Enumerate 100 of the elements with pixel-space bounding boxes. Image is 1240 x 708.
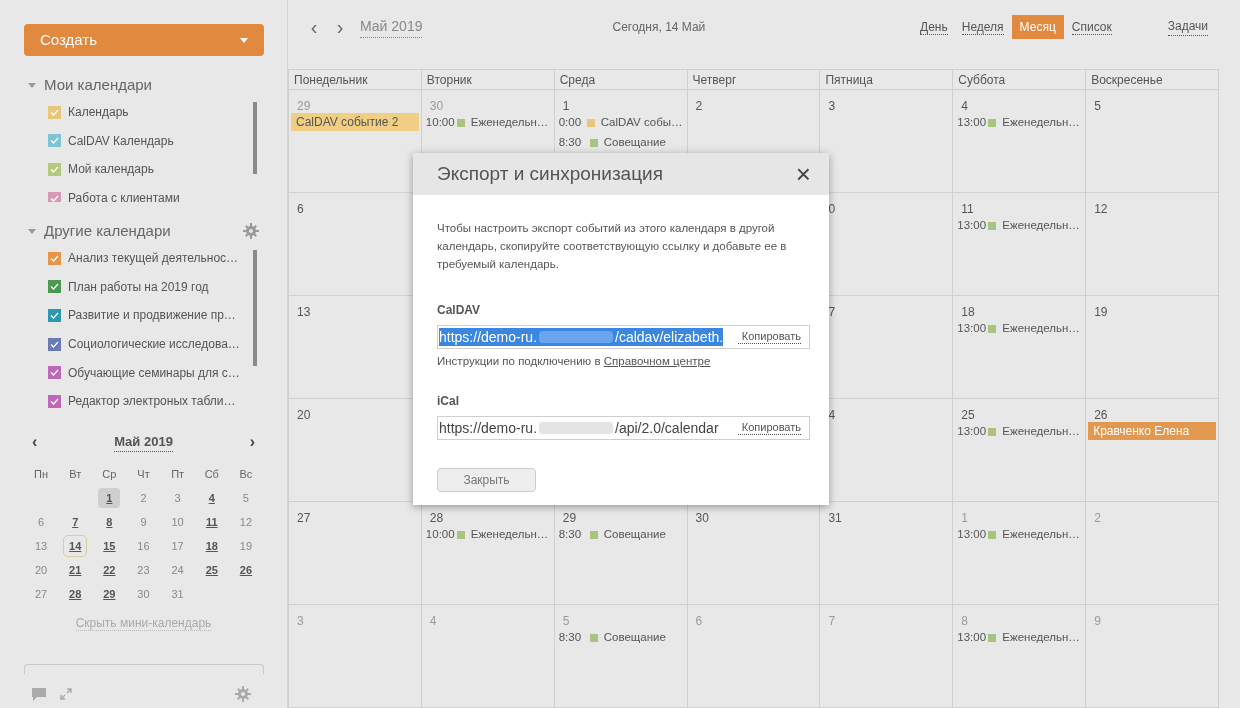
- day-cell[interactable]: 8 13:00 Еженедельн…: [953, 605, 1087, 708]
- calendar-name[interactable]: Работа с клиентами: [68, 189, 180, 202]
- checkbox[interactable]: [48, 394, 61, 408]
- date-number: 7: [827, 614, 837, 628]
- previous-button[interactable]: ‹: [308, 11, 320, 42]
- checkbox[interactable]: [48, 366, 61, 380]
- event-title[interactable]: Совещание: [603, 526, 666, 544]
- day-cell[interactable]: 1 13:00 Еженедельн…: [953, 502, 1087, 605]
- column-header: Понедельник: [289, 70, 422, 90]
- view-tab[interactable]: Список: [1065, 14, 1118, 39]
- date-cell[interactable]: 22: [98, 560, 121, 580]
- checkbox[interactable]: [48, 191, 61, 202]
- previous-month-button[interactable]: ‹: [32, 430, 38, 454]
- date-cell[interactable]: 28: [64, 584, 87, 604]
- next-button[interactable]: ›: [334, 11, 346, 42]
- event-title[interactable]: Еженедельн…: [470, 526, 549, 544]
- date-number: 28: [428, 511, 445, 525]
- date-number: 0: [827, 202, 837, 216]
- field-label: iCal: [437, 393, 460, 411]
- url-field[interactable]: https://demo-ru. /api/2.0/calendar Копировать: [437, 416, 810, 441]
- calendar-name[interactable]: Редактор электроных табли…: [68, 392, 236, 411]
- view-tab[interactable]: Неделя: [955, 14, 1010, 39]
- date-cell[interactable]: 14: [64, 536, 87, 556]
- event-bar[interactable]: CalDAV событие 2: [291, 113, 419, 131]
- caret-icon[interactable]: [240, 37, 248, 43]
- event-title[interactable]: Совещание: [603, 134, 666, 152]
- calendar-name[interactable]: План работы на 2019 год: [68, 277, 209, 296]
- date-cell[interactable]: 15: [98, 536, 121, 556]
- close-dialog-button[interactable]: Закрыть: [437, 468, 536, 493]
- copy-link[interactable]: Копировать: [737, 421, 801, 436]
- group-title[interactable]: Мои календари: [44, 73, 263, 97]
- settings-icon[interactable]: [243, 223, 259, 239]
- chat-icon[interactable]: [32, 687, 46, 701]
- copy-link[interactable]: Копировать: [737, 330, 801, 344]
- scrollbar-thumb[interactable]: [253, 250, 257, 366]
- calendar-name[interactable]: CalDAV Календарь: [68, 131, 174, 150]
- checkbox[interactable]: [48, 309, 61, 322]
- date-cell[interactable]: 11: [200, 512, 223, 532]
- day-cell[interactable]: 5: [1086, 90, 1219, 193]
- day-cell[interactable]: 18 13:00 Еженедельн…: [953, 296, 1087, 399]
- day-cell[interactable]: 11 13:00 Еженедельн…: [953, 193, 1087, 296]
- weekday-label: Ср: [101, 467, 118, 482]
- event-title[interactable]: Еженедельн…: [1002, 320, 1080, 338]
- event-title[interactable]: Еженедельн…: [1002, 526, 1080, 544]
- event-time: 8:30: [558, 135, 583, 151]
- day-cell[interactable]: 19: [1086, 296, 1219, 399]
- calendar-name[interactable]: Календарь: [68, 103, 129, 122]
- calendar-name[interactable]: Развитие и продвижение пр…: [68, 306, 236, 325]
- url-field[interactable]: https://demo-ru. /caldav/elizabeth. Копировать: [437, 325, 810, 349]
- date-number: 4: [960, 99, 969, 113]
- day-cell[interactable]: 25 13:00 Еженедельн…: [953, 399, 1087, 502]
- weekday-label: Вс: [238, 467, 254, 482]
- event-title[interactable]: Еженедельн…: [1002, 114, 1080, 132]
- column-header: Воскресенье: [1086, 70, 1219, 90]
- date-cell[interactable]: 25: [200, 560, 223, 580]
- date-cell[interactable]: 18: [200, 536, 223, 556]
- expand-icon[interactable]: [60, 688, 72, 700]
- scrollbar-thumb[interactable]: [253, 102, 257, 174]
- checkbox[interactable]: [48, 280, 61, 294]
- date-cell[interactable]: 8: [98, 512, 121, 532]
- weekday-label: Пн: [33, 467, 50, 482]
- date-cell[interactable]: 4: [200, 488, 223, 508]
- close-button[interactable]: ×: [795, 161, 811, 187]
- view-tab[interactable]: День: [914, 14, 954, 39]
- group-title[interactable]: Другие календари: [44, 219, 243, 243]
- date-number: 30: [694, 511, 710, 525]
- tasks-link[interactable]: Задачи: [1167, 17, 1208, 36]
- checkbox[interactable]: [48, 337, 61, 351]
- date-cell[interactable]: 26: [234, 560, 257, 580]
- calendar-name[interactable]: Мой календарь: [68, 160, 154, 179]
- checkbox[interactable]: [48, 251, 61, 265]
- event-title[interactable]: Еженедельн…: [1002, 217, 1080, 235]
- month-title[interactable]: Май 2019: [114, 431, 173, 453]
- day-cell[interactable]: 5 8:30 Совещание: [554, 605, 688, 708]
- date-cell[interactable]: 7: [64, 512, 87, 532]
- event-title[interactable]: Еженедельн…: [470, 114, 549, 132]
- calendar-name[interactable]: Социологические исследова…: [68, 335, 240, 354]
- checkbox[interactable]: [48, 134, 61, 148]
- event-title[interactable]: Еженедельн…: [1002, 629, 1080, 647]
- settings-icon[interactable]: [235, 686, 251, 702]
- event-title[interactable]: CalDAV собы…: [600, 114, 683, 132]
- help-center-link[interactable]: Справочном центре: [603, 355, 711, 367]
- checkbox[interactable]: [48, 163, 61, 176]
- event-time: 13:00: [957, 115, 988, 131]
- checkbox[interactable]: [48, 105, 61, 119]
- date-cell[interactable]: 29: [98, 584, 121, 604]
- day-cell[interactable]: 4 13:00 Еженедельн…: [953, 90, 1087, 193]
- caret-down-icon[interactable]: [28, 82, 36, 88]
- day-cell[interactable]: 12: [1086, 193, 1219, 296]
- input-field[interactable]: [24, 664, 264, 674]
- date-number: 31: [827, 511, 843, 525]
- date-cell[interactable]: 21: [64, 560, 87, 580]
- caret-down-icon[interactable]: [28, 228, 36, 234]
- calendar-name[interactable]: Обучающие семинары для с…: [68, 363, 240, 382]
- calendar-name[interactable]: Анализ текущей деятельнос…: [68, 249, 239, 268]
- next-month-button[interactable]: ›: [249, 430, 255, 454]
- event-title[interactable]: Еженедельн…: [1002, 423, 1080, 441]
- event-title[interactable]: Совещание: [603, 629, 666, 647]
- date-cell[interactable]: 1: [98, 488, 121, 508]
- day-cell[interactable]: 26 Кравченко Елена: [1086, 399, 1219, 502]
